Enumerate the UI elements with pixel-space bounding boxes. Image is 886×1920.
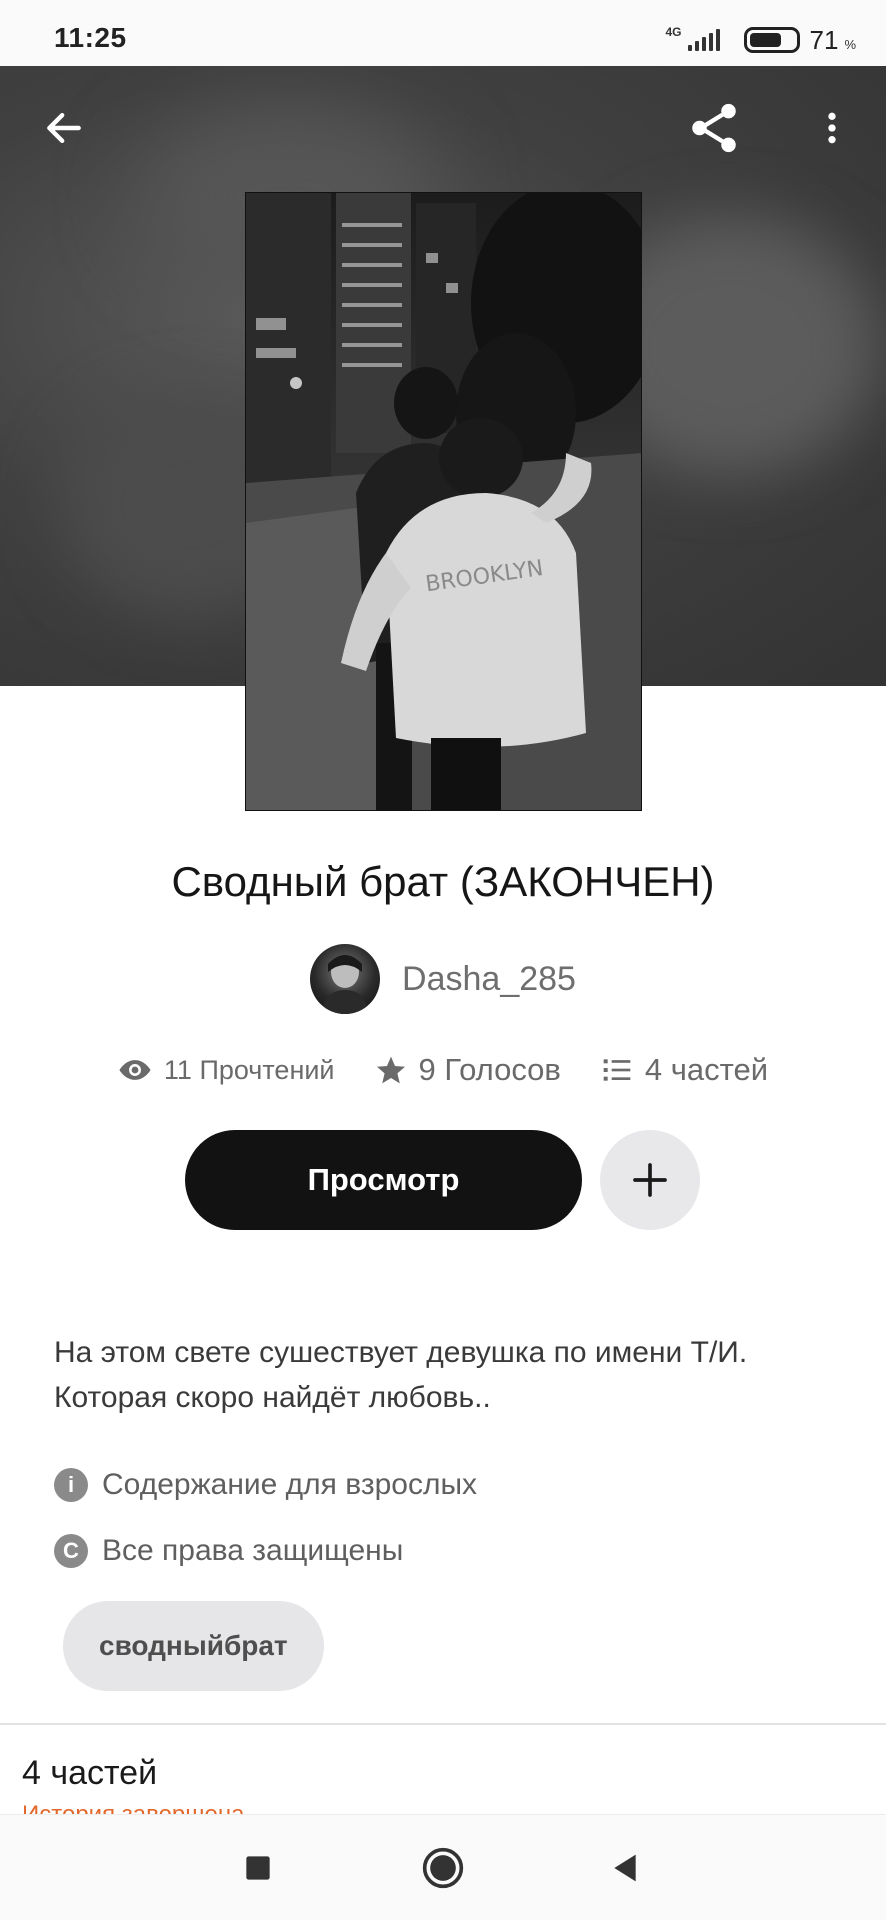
more-options-button[interactable] (796, 92, 868, 164)
status-bar: 11:25 4G 71 % (0, 0, 886, 66)
cover-photo: BROOKLYN (246, 193, 641, 810)
avatar[interactable] (310, 944, 381, 1014)
triangle-back-icon (614, 1854, 636, 1882)
battery-icon (743, 27, 800, 53)
copyright-notice: C Все права защищены (54, 1534, 403, 1568)
story-actions: Просмотр (185, 1130, 700, 1230)
tag-chip[interactable]: сводныйбрат (63, 1601, 324, 1691)
plus-icon (633, 1163, 667, 1197)
share-button[interactable] (678, 92, 750, 164)
avatar-image (322, 955, 369, 1014)
back-button[interactable] (28, 92, 100, 164)
list-icon (603, 1059, 631, 1081)
reads-stat: 11 Прочтений (118, 1053, 335, 1087)
system-navigation-bar (0, 1814, 886, 1920)
circle-icon (422, 1847, 464, 1889)
copyright-label: Все права защищены (102, 1534, 404, 1567)
story-cover-image[interactable]: BROOKLYN (245, 192, 642, 811)
divider (0, 1723, 886, 1725)
author-name[interactable]: Dasha_285 (402, 960, 576, 999)
star-icon (376, 1056, 405, 1084)
battery-percent-symbol: % (844, 36, 856, 52)
status-icons: 4G 71 % (666, 20, 857, 60)
status-time: 11:25 (54, 22, 127, 53)
info-icon: i (54, 1468, 88, 1502)
copyright-icon: C (54, 1534, 88, 1568)
recent-apps-button[interactable] (223, 1833, 293, 1903)
story-title: Сводный брат (ЗАКОНЧЕН) (171, 858, 715, 905)
home-button[interactable] (408, 1833, 478, 1903)
battery-percent: 71 (809, 24, 839, 55)
story-description: На этом свете сушествует девушка по имен… (54, 1336, 748, 1414)
parts-section-title[interactable]: 4 частей (22, 1754, 157, 1793)
arrow-left-icon (47, 112, 81, 144)
mature-content-label: Содержание для взрослых (102, 1468, 478, 1501)
reads-count: 11 Прочтений (163, 1054, 335, 1085)
signal-icon (687, 29, 720, 51)
story-stats: 11 Прочтений 9 Голосов 4 частей (0, 1052, 886, 1088)
share-icon (692, 103, 736, 153)
votes-stat: 9 Голосов (375, 1052, 561, 1088)
parts-section-status: История завершена (22, 1802, 244, 1814)
eye-icon (119, 1060, 151, 1080)
votes-count: 9 Голосов (418, 1052, 561, 1087)
parts-stat[interactable]: 4 частей (601, 1052, 768, 1088)
author-row[interactable]: Dasha_285 (0, 944, 886, 1014)
system-back-button[interactable] (590, 1833, 660, 1903)
battery-fill (749, 33, 781, 47)
network-label: 4G (665, 25, 682, 39)
square-icon (246, 1856, 270, 1880)
add-to-library-button[interactable] (600, 1130, 700, 1230)
view-button[interactable]: Просмотр (185, 1130, 582, 1230)
more-vertical-icon (828, 112, 836, 144)
parts-count: 4 частей (644, 1052, 769, 1087)
mature-content-notice: i Содержание для взрослых (54, 1468, 477, 1502)
